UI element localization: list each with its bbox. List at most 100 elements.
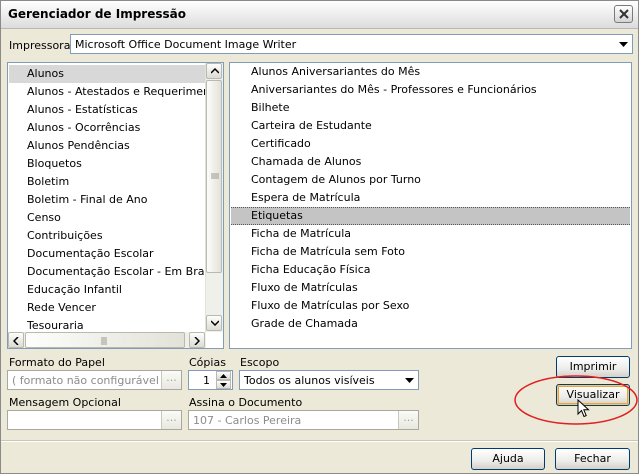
list-item-label: Documentação Escolar - Em Branco xyxy=(27,265,224,278)
copies-label: Cópias xyxy=(189,356,226,369)
left-list-vertical-scrollbar[interactable] xyxy=(205,63,223,332)
list-item[interactable]: Aniversariantes do Mês - Professores e F… xyxy=(231,81,630,99)
list-item-label: Fluxo de Matrículas xyxy=(251,281,358,294)
close-button[interactable]: Fechar xyxy=(555,448,630,470)
list-item[interactable]: Alunos - Atestados e Requerimentos xyxy=(9,83,223,101)
window-title: Gerenciador de Impressão xyxy=(8,7,186,21)
close-icon xyxy=(619,9,629,19)
list-item[interactable]: Boletim xyxy=(9,173,205,191)
list-item-label: Alunos xyxy=(27,67,64,80)
list-item[interactable]: Espera de Matrícula xyxy=(231,189,630,207)
copies-value: 1 xyxy=(203,374,210,387)
print-manager-window: Gerenciador de Impressão Impressora Micr… xyxy=(0,0,639,474)
list-item-label: Documentação Escolar xyxy=(27,247,154,260)
list-item[interactable]: Bilhete xyxy=(231,99,630,117)
horizontal-scroll-thumb[interactable] xyxy=(25,332,185,348)
list-item[interactable]: Alunos - Estatísticas xyxy=(9,101,205,119)
paper-format-field: ( formato não configurável ) ... xyxy=(7,370,182,390)
list-item[interactable]: Chamada de Alunos xyxy=(231,153,630,171)
scroll-up-button[interactable] xyxy=(206,63,222,79)
list-item[interactable]: Contagem de Alunos por Turno xyxy=(231,171,630,189)
list-item[interactable]: Boletim - Final de Ano xyxy=(9,191,205,209)
list-item-label: Boletim - Final de Ano xyxy=(27,193,148,206)
report-list[interactable]: Alunos Aniversariantes do Mês Aniversaria… xyxy=(229,62,632,349)
list-item-label: Alunos - Ocorrências xyxy=(27,121,141,134)
list-item[interactable]: Bloquetos xyxy=(9,155,205,173)
chevron-down-icon[interactable] xyxy=(401,372,417,388)
copies-stepper[interactable]: 1 xyxy=(188,370,233,390)
list-item-label: Ficha de Matrícula sem Foto xyxy=(251,245,405,258)
list-item-label: Grade de Chamada xyxy=(251,317,358,330)
list-item[interactable]: Alunos - Ocorrências xyxy=(9,119,205,137)
printer-select[interactable]: Microsoft Office Document Image Writer xyxy=(70,34,633,54)
preview-button[interactable]: Visualizar xyxy=(556,384,630,406)
scroll-down-button[interactable] xyxy=(206,315,222,331)
help-button[interactable]: Ajuda xyxy=(471,448,545,470)
list-item[interactable]: Alunos Pendências xyxy=(9,137,205,155)
copies-increment-button[interactable] xyxy=(216,371,231,380)
list-item-label: Espera de Matrícula xyxy=(251,191,361,204)
printer-label: Impressora xyxy=(9,39,71,52)
optional-message-label: Mensagem Opcional xyxy=(9,396,121,409)
scope-label: Escopo xyxy=(240,356,280,369)
list-item[interactable]: Documentação Escolar xyxy=(9,245,205,263)
left-list-horizontal-scrollbar[interactable] xyxy=(8,332,206,348)
list-item-label: Educação Infantil xyxy=(27,283,122,296)
list-item[interactable]: Educação Infantil xyxy=(9,281,205,299)
signer-value: 107 - Carlos Pereira xyxy=(193,414,302,427)
list-item-label: Alunos Aniversariantes do Mês xyxy=(251,65,421,78)
title-bar: Gerenciador de Impressão xyxy=(1,1,638,29)
list-item-label: Etiquetas xyxy=(251,209,303,222)
list-item-label: Rede Vencer xyxy=(27,301,96,314)
list-item-label: Chamada de Alunos xyxy=(251,155,362,168)
list-item-label: Carteira de Estudante xyxy=(251,119,372,132)
paper-format-browse-button[interactable]: ... xyxy=(161,371,181,389)
footer-separator xyxy=(1,440,638,442)
list-item[interactable]: Alunos xyxy=(9,65,205,83)
list-item[interactable]: Alunos Aniversariantes do Mês xyxy=(231,63,630,81)
list-item[interactable]: Certificado xyxy=(231,135,630,153)
copies-decrement-button[interactable] xyxy=(216,380,231,389)
list-item[interactable]: Rede Vencer xyxy=(9,299,205,317)
list-item-label: Alunos - Estatísticas xyxy=(27,103,138,116)
list-item[interactable]: Carteira de Estudante xyxy=(231,117,630,135)
list-item[interactable]: Ficha de Matrícula xyxy=(231,225,630,243)
list-item-label: Censo xyxy=(27,211,61,224)
list-item[interactable]: Fluxo de Matrículas xyxy=(231,279,630,297)
list-item-label: Certificado xyxy=(251,137,311,150)
list-item[interactable]: Contribuições xyxy=(9,227,205,245)
list-item-label: Fluxo de Matrículas por Sexo xyxy=(251,299,410,312)
list-item-label: Contagem de Alunos por Turno xyxy=(251,173,421,186)
scope-value: Todos os alunos visíveis xyxy=(244,374,375,387)
list-item[interactable]: Censo xyxy=(9,209,205,227)
optional-message-browse-button[interactable]: ... xyxy=(161,411,181,429)
list-item[interactable]: Fluxo de Matrículas por Sexo xyxy=(231,297,630,315)
list-item-label: Bilhete xyxy=(251,101,290,114)
list-item[interactable]: Ficha Educação Física xyxy=(231,261,630,279)
list-item[interactable]: Grade de Chamada xyxy=(231,315,630,333)
list-item-label: Bloquetos xyxy=(27,157,82,170)
print-button[interactable]: Imprimir xyxy=(556,356,630,378)
scroll-left-button[interactable] xyxy=(8,332,24,348)
chevron-down-icon[interactable] xyxy=(615,36,631,52)
list-item[interactable]: Etiquetas xyxy=(231,207,630,225)
report-category-list[interactable]: Alunos Alunos - Atestados e Requerimentos… xyxy=(7,62,224,349)
list-item[interactable]: Ficha de Matrícula sem Foto xyxy=(231,243,630,261)
list-item-label: Boletim xyxy=(27,175,70,188)
scroll-right-button[interactable] xyxy=(189,332,205,348)
list-item-label: Alunos Pendências xyxy=(27,139,130,152)
list-item-label: Ficha de Matrícula xyxy=(251,227,352,240)
paper-format-value: ( formato não configurável ) xyxy=(12,374,167,387)
list-item-label: Tesouraria xyxy=(27,319,84,332)
close-window-button[interactable] xyxy=(614,5,633,23)
scope-select[interactable]: Todos os alunos visíveis xyxy=(239,370,419,390)
printer-value: Microsoft Office Document Image Writer xyxy=(75,38,297,51)
list-item-label: Alunos - Atestados e Requerimentos xyxy=(27,85,224,98)
signer-label: Assina o Documento xyxy=(189,396,303,409)
paper-format-label: Formato do Papel xyxy=(9,356,105,369)
signer-browse-button[interactable]: ... xyxy=(398,411,418,429)
list-item-label: Aniversariantes do Mês - Professores e F… xyxy=(251,83,537,96)
scroll-thumb[interactable] xyxy=(206,80,222,273)
list-item[interactable]: Documentação Escolar - Em Branco xyxy=(9,263,223,281)
optional-message-field[interactable]: ... xyxy=(7,410,182,430)
